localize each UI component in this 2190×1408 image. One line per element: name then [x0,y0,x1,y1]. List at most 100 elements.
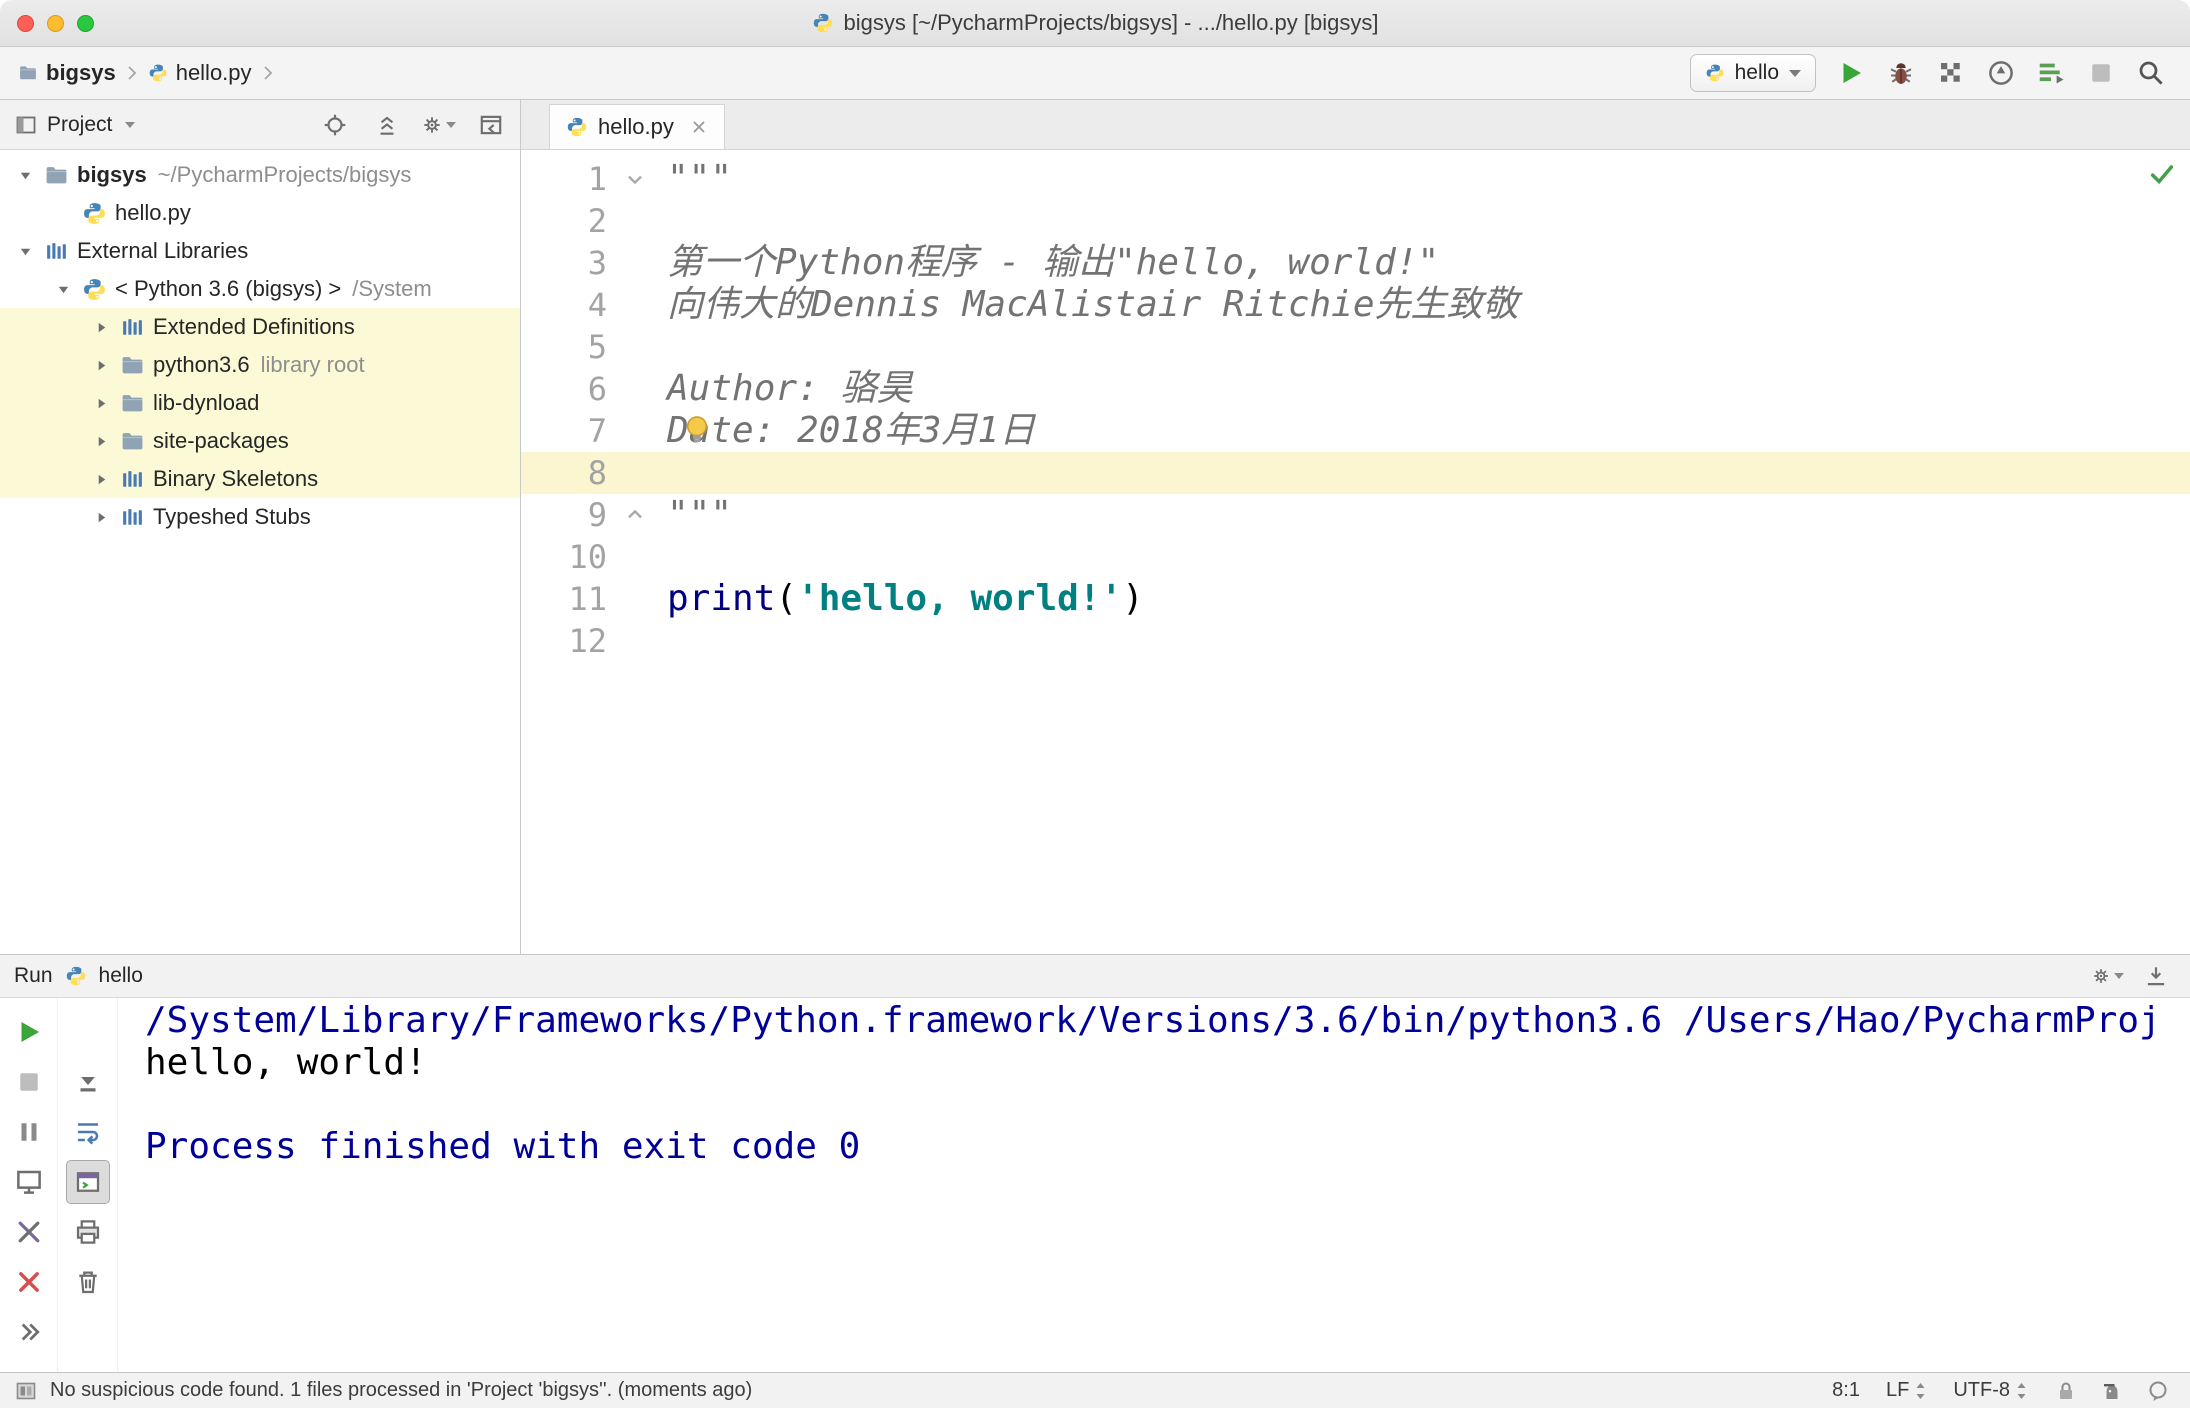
soft-wrap-button[interactable] [66,1110,110,1154]
tree-row-site-packages[interactable]: site-packages [0,422,520,460]
chevron-down-icon [125,121,136,128]
console-line: hello, world! [145,1042,427,1083]
line-number: 7 [587,412,607,450]
tab-hello-py[interactable]: hello.py [549,104,725,149]
run-settings-button[interactable] [2092,960,2124,992]
editor-line-4[interactable]: 4 向伟大的Dennis MacAlistair Ritchie先生致敬 [521,284,2190,326]
tree-collapsed-icon[interactable] [82,396,120,411]
tree-row-hello-py[interactable]: hello.py [0,194,520,232]
breadcrumb-item-bigsys[interactable]: bigsys [18,60,116,86]
editor-line-1[interactable]: 1 """ [521,158,2190,200]
clear-all-button[interactable] [66,1260,110,1304]
concurrency-button[interactable] [2034,56,2068,90]
editor-line-7[interactable]: 7 Date: 2018年3月1日 [521,410,2190,452]
settings-button[interactable] [422,108,456,142]
edit-configurations-button[interactable] [7,1210,51,1254]
tree-collapsed-icon[interactable] [82,434,120,449]
collapse-all-button[interactable] [370,108,404,142]
editor-line-3[interactable]: 3 第一个Python程序 - 输出"hello, world!" [521,242,2190,284]
code-text: 第一个Python程序 - 输出"hello, world!" [667,242,1440,283]
folder-icon [120,429,145,454]
hide-panel-button[interactable] [474,108,508,142]
inspection-monitor-icon[interactable] [14,1379,38,1403]
editor-line-11[interactable]: 11 print('hello, world!') [521,578,2190,620]
breadcrumb-item-hello-py[interactable]: hello.py [148,60,252,86]
dock-icon [2143,963,2169,989]
tree-expanded-icon[interactable] [6,244,44,259]
close-window-button[interactable] [17,14,34,32]
close-red-icon [14,1267,44,1297]
show-console-button[interactable] [65,1160,110,1204]
profiler-button[interactable] [1984,56,2018,90]
readonly-lock-icon[interactable] [2054,1379,2078,1403]
tree-expanded-icon[interactable] [44,282,82,297]
code-text: """ [667,494,733,535]
intention-bulb-icon[interactable] [679,412,715,448]
scroll-to-end-button[interactable] [66,1060,110,1104]
chevrons-icon [14,1317,44,1347]
close-tab-icon[interactable] [690,118,708,136]
editor-line-6[interactable]: 6 Author: 骆昊 [521,368,2190,410]
caret-position-widget[interactable]: 8:1 [1832,1379,1860,1402]
line-separator: LF [1885,1379,1910,1401]
code-editor[interactable]: 1 """ 2 3 第一个Python程序 - 输出"hello, world!" 4 向伟… [521,150,2190,954]
tree-collapsed-icon[interactable] [82,320,120,335]
fold-start-icon[interactable] [623,167,647,191]
stop-button[interactable] [2084,56,2118,90]
fold-end-icon[interactable] [623,503,647,527]
close-button[interactable] [7,1260,51,1304]
print-button[interactable] [66,1210,110,1254]
console-output[interactable]: /System/Library/Frameworks/Python.framew… [118,998,2190,1372]
library-icon [120,467,145,492]
concurrency-icon [2036,58,2066,88]
rerun-button[interactable] [7,1010,51,1054]
line-separator-widget[interactable]: LF [1886,1379,1927,1402]
search-everywhere-button[interactable] [2134,56,2168,90]
tree-expanded-icon[interactable] [6,168,44,183]
tree-row-bigsys[interactable]: bigsys ~/PycharmProjects/bigsys [0,156,520,194]
tree-collapsed-icon[interactable] [82,358,120,373]
minimize-window-button[interactable] [47,14,64,32]
hector-inspector-icon[interactable] [2100,1379,2124,1403]
library-icon [44,239,69,264]
toolbar-right: hello [1689,54,2168,92]
debug-button[interactable] [1884,56,1918,90]
tree-collapsed-icon[interactable] [82,472,120,487]
editor-line-12[interactable]: 12 [521,620,2190,662]
project-panel-title[interactable]: Project [14,113,136,137]
tree-row-binary-skeletons[interactable]: Binary Skeletons [0,460,520,498]
tree-row-external-libraries[interactable]: External Libraries [0,232,520,270]
breadcrumb-separator-icon [124,63,140,83]
tree-collapsed-icon[interactable] [82,510,120,525]
restore-layout-button[interactable] [7,1160,51,1204]
editor-line-9[interactable]: 9 """ [521,494,2190,536]
pause-output-button[interactable] [7,1110,51,1154]
zoom-window-button[interactable] [77,14,94,32]
dock-button[interactable] [2140,960,2172,992]
tree-row-extended-definitions[interactable]: Extended Definitions [0,308,520,346]
tree-row-typeshed-stubs[interactable]: Typeshed Stubs [0,498,520,536]
event-log-icon[interactable] [2146,1379,2170,1403]
tree-row-python-3-6-bigsys[interactable]: < Python 3.6 (bigsys) > /System [0,270,520,308]
inspection-ok-icon[interactable] [2148,160,2176,188]
run-button[interactable] [1834,56,1868,90]
tree-suffix: library root [260,352,365,377]
editor-line-10[interactable]: 10 [521,536,2190,578]
editor-line-5[interactable]: 5 [521,326,2190,368]
pause-icon [14,1117,44,1147]
python-icon [148,63,168,83]
tree-row-lib-dynload[interactable]: lib-dynload [0,384,520,422]
locate-button[interactable] [318,108,352,142]
encoding-widget[interactable]: UTF-8 [1953,1379,2028,1402]
editor-line-8[interactable]: 8 [521,452,2190,494]
tree-row-python3-6[interactable]: python3.6 library root [0,346,520,384]
code-text: """ [667,158,733,199]
hide-toolbar-button[interactable] [7,1310,51,1354]
editor-line-2[interactable]: 2 [521,200,2190,242]
tree-label: hello.py [115,200,191,225]
stop-button[interactable] [7,1060,51,1104]
run-config-selector[interactable]: hello [1689,54,1816,92]
coverage-button[interactable] [1934,56,1968,90]
